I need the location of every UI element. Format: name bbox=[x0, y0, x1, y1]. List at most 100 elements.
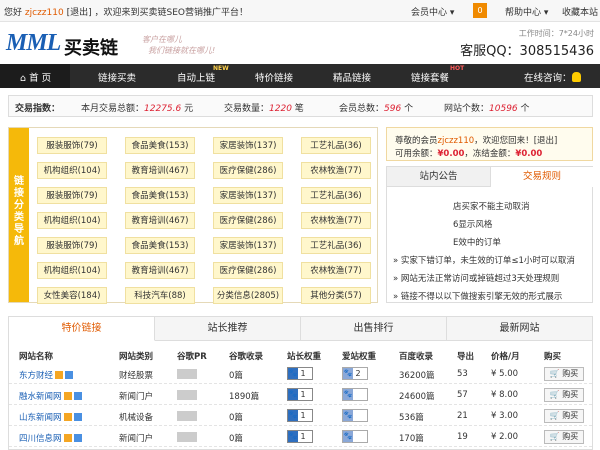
new-badge: NEW bbox=[213, 65, 229, 72]
buy-button[interactable]: 🛒 购买 bbox=[544, 409, 584, 423]
qq-penguin-icon bbox=[571, 72, 581, 82]
category-link[interactable]: 医疗保健(286) bbox=[213, 262, 283, 279]
site-category: 机械设备 bbox=[119, 413, 154, 423]
baidu-index: 170篇 bbox=[399, 434, 424, 444]
nav-special-links[interactable]: 特价链接 bbox=[255, 70, 293, 84]
hello-text: 您好 bbox=[4, 8, 23, 18]
site-category: 新闻门户 bbox=[119, 434, 154, 444]
column-header: 百度收录 bbox=[399, 352, 434, 362]
webmaster-weight: 🐾 1 bbox=[287, 388, 313, 401]
category-link[interactable]: 教育培训(467) bbox=[125, 162, 195, 179]
category-link[interactable]: 工艺礼品(36) bbox=[301, 137, 371, 154]
paw-icon: 🐾 bbox=[288, 389, 298, 400]
category-link[interactable]: 工艺礼品(36) bbox=[301, 237, 371, 254]
verified-icon bbox=[63, 413, 72, 421]
price: ¥ 5.00 bbox=[491, 369, 519, 379]
column-header: 购买 bbox=[544, 352, 562, 362]
trade-stats: 交易指数： 本月交易总额：12275.6 元 交易数量：1220 笔 会员总数：… bbox=[8, 95, 593, 117]
category-link[interactable]: 食品美食(153) bbox=[125, 137, 195, 154]
category-link[interactable]: 家居装饰(137) bbox=[213, 187, 283, 204]
nav-premium-links[interactable]: 精品链接 bbox=[333, 70, 371, 84]
nav-link-trade[interactable]: 链接买卖 bbox=[98, 70, 136, 84]
aizhan-weight: 🐾 bbox=[342, 388, 368, 401]
category-link[interactable]: 机构组织(104) bbox=[37, 162, 107, 179]
category-link[interactable]: 服装服饰(79) bbox=[37, 187, 107, 204]
tab-newest-sites[interactable]: 最新网站 bbox=[447, 317, 592, 341]
category-link[interactable]: 服装服饰(79) bbox=[37, 237, 107, 254]
category-link[interactable]: 医疗保健(286) bbox=[213, 162, 283, 179]
site-name-link[interactable]: 四川信息网 bbox=[19, 432, 82, 444]
account-logout-link[interactable]: [退出] bbox=[534, 136, 558, 146]
member-center-link[interactable]: 会员中心 ▾ bbox=[411, 5, 454, 18]
site-name-link[interactable]: 山东新闻网 bbox=[19, 411, 82, 423]
verified-icon bbox=[63, 392, 72, 400]
category-link[interactable]: 食品美食(153) bbox=[125, 237, 195, 254]
nav-link-packages[interactable]: 链接套餐 bbox=[411, 70, 449, 84]
column-header: 价格/月 bbox=[491, 352, 520, 362]
rules-panel: 站内公告 交易规则 店买家不能主动取消 6显示风格 E效中的订单 » 实家下错订… bbox=[386, 166, 593, 303]
outbound-count: 21 bbox=[457, 411, 468, 421]
category-link[interactable]: 医疗保健(286) bbox=[213, 212, 283, 229]
tab-special-links[interactable]: 特价链接 bbox=[9, 317, 155, 341]
service-qq: 客服QQ：308515436 bbox=[460, 44, 594, 59]
category-link[interactable]: 教育培训(467) bbox=[125, 212, 195, 229]
google-index: 0篇 bbox=[229, 413, 243, 423]
category-link[interactable]: 科技汽车(88) bbox=[125, 287, 195, 304]
tab-notice[interactable]: 站内公告 bbox=[387, 167, 490, 187]
nav-auto-link[interactable]: 自动上链 bbox=[177, 70, 215, 84]
nav-home[interactable]: ⌂ 首 页 bbox=[20, 70, 51, 84]
buy-button[interactable]: 🛒 购买 bbox=[544, 367, 584, 381]
rule-line[interactable]: 店买家不能主动取消 bbox=[453, 200, 530, 212]
rule-line[interactable]: E效中的订单 bbox=[453, 236, 501, 248]
category-link[interactable]: 农林牧渔(77) bbox=[301, 262, 371, 279]
online-consult[interactable]: 在线咨询： bbox=[524, 70, 581, 84]
category-link[interactable]: 家居装饰(137) bbox=[213, 237, 283, 254]
site-name-link[interactable]: 东方财经 bbox=[19, 369, 74, 381]
google-index: 0篇 bbox=[229, 371, 243, 381]
price: ¥ 3.00 bbox=[491, 411, 519, 421]
verified-icon bbox=[63, 434, 72, 442]
webmaster-weight: 🐾 1 bbox=[287, 409, 313, 422]
rule-line[interactable]: » 链接不得以以下做搜索引擎无效的形式展示 bbox=[393, 290, 562, 302]
table-row: 四川信息网 新闻门户 0篇 🐾 1 🐾 170篇 19 ¥ 2.00 🛒 购买 bbox=[9, 428, 592, 447]
tab-webmaster-picks[interactable]: 站长推荐 bbox=[155, 317, 301, 341]
column-header: 谷歌PR bbox=[177, 352, 207, 362]
webmaster-weight: 🐾 1 bbox=[287, 430, 313, 443]
buy-button[interactable]: 🛒 购买 bbox=[544, 388, 584, 402]
notice-count-badge[interactable]: 0 bbox=[473, 3, 487, 18]
category-link[interactable]: 食品美食(153) bbox=[125, 187, 195, 204]
category-link[interactable]: 机构组织(104) bbox=[37, 212, 107, 229]
pagerank-bar bbox=[177, 369, 197, 379]
bookmark-link[interactable]: 收藏本站 bbox=[562, 5, 598, 18]
category-link[interactable]: 分类信息(2805) bbox=[213, 287, 283, 304]
category-link[interactable]: 女性美容(184) bbox=[37, 287, 107, 304]
category-link[interactable]: 服装服饰(79) bbox=[37, 137, 107, 154]
tab-trade-rules[interactable]: 交易规则 bbox=[490, 167, 593, 187]
rule-line[interactable]: » 实家下错订单，未生效的订单≤1小时可以取消 bbox=[393, 254, 575, 266]
category-link[interactable]: 教育培训(467) bbox=[125, 262, 195, 279]
home-icon: ⌂ bbox=[20, 73, 27, 84]
logout-link[interactable]: [退出] bbox=[67, 8, 92, 18]
category-link[interactable]: 其他分类(57) bbox=[301, 287, 371, 304]
tab-sales-ranking[interactable]: 出售排行 bbox=[301, 317, 447, 341]
username-link[interactable]: zjczz110 bbox=[25, 8, 64, 18]
aizhan-weight: 🐾 bbox=[342, 409, 368, 422]
category-nav: 链接分类导航 服装服饰(79) 食品美食(153) 家居装饰(137) 工艺礼品(36… bbox=[8, 127, 378, 304]
paw-icon: 🐾 bbox=[343, 368, 353, 379]
category-link[interactable]: 家居装饰(137) bbox=[213, 137, 283, 154]
site-name-link[interactable]: 融水新闻网 bbox=[19, 390, 82, 402]
category-link[interactable]: 农林牧渔(77) bbox=[301, 162, 371, 179]
rule-line[interactable]: 6显示风格 bbox=[453, 218, 492, 230]
buy-button[interactable]: 🛒 购买 bbox=[544, 430, 584, 444]
baidu-index: 24600篇 bbox=[399, 392, 435, 402]
category-link[interactable]: 机构组织(104) bbox=[37, 262, 107, 279]
help-center-link[interactable]: 帮助中心 ▾ bbox=[505, 5, 548, 18]
category-link[interactable]: 工艺礼品(36) bbox=[301, 187, 371, 204]
category-link[interactable]: 农林牧渔(77) bbox=[301, 212, 371, 229]
paw-icon: 🐾 bbox=[343, 389, 353, 400]
pagerank-bar bbox=[177, 411, 197, 421]
site-category: 财经股票 bbox=[119, 371, 154, 381]
paw-icon: 🐾 bbox=[288, 431, 298, 442]
rule-line[interactable]: » 网站无法正常访问或掉链超过3天处理规则 bbox=[393, 272, 559, 284]
column-header: 爱站权重 bbox=[342, 352, 377, 362]
